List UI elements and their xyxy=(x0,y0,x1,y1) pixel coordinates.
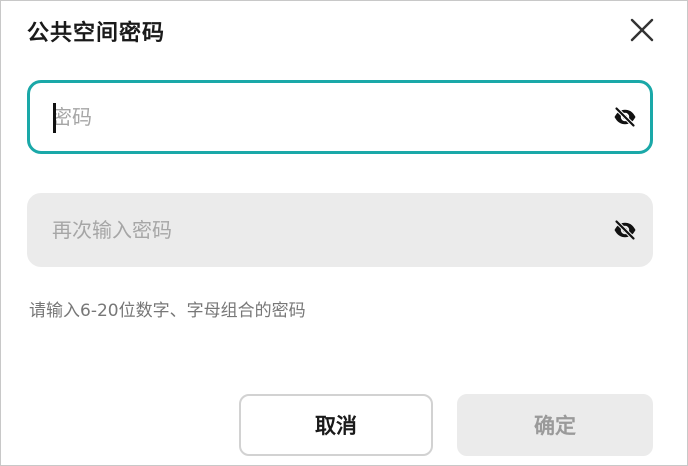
close-icon xyxy=(630,18,654,42)
password-input[interactable] xyxy=(30,83,612,151)
public-space-password-dialog: 公共空间密码 请输入6-20位数字、字母组合的密码 取消 确定 xyxy=(0,0,688,466)
eye-off-icon xyxy=(614,106,636,128)
confirm-password-visibility-toggle[interactable] xyxy=(612,217,638,243)
confirm-button[interactable]: 确定 xyxy=(457,394,653,456)
eye-off-icon xyxy=(614,219,636,241)
dialog-title: 公共空间密码 xyxy=(27,21,166,46)
password-visibility-toggle[interactable] xyxy=(612,104,638,130)
password-hint: 请输入6-20位数字、字母组合的密码 xyxy=(29,301,306,321)
close-button[interactable] xyxy=(627,15,657,45)
password-field xyxy=(27,80,653,154)
text-caret xyxy=(53,103,56,133)
confirm-password-field xyxy=(27,193,653,267)
confirm-password-input[interactable] xyxy=(30,196,612,264)
cancel-button[interactable]: 取消 xyxy=(239,394,433,456)
